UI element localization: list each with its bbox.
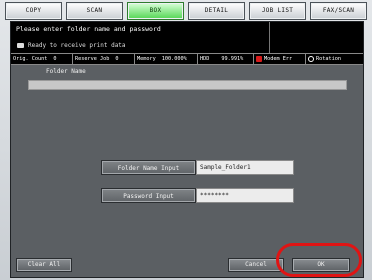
folder-name-heading: Folder Name xyxy=(46,68,86,75)
password-input-button[interactable]: Password Input xyxy=(101,188,196,203)
hdd-value: 99.991% xyxy=(221,56,244,62)
lcd-screen: Please enter folder name and password Re… xyxy=(10,21,364,278)
rotation-status[interactable]: Rotation xyxy=(306,54,363,64)
tab-box[interactable]: BOX xyxy=(127,2,184,20)
hdd-status: HDD 99.991% xyxy=(198,54,254,64)
printer-icon xyxy=(17,43,24,48)
folder-form: Folder Name Folder Name Input Sample_Fol… xyxy=(16,66,358,256)
memory-value: 100.000% xyxy=(161,56,187,62)
instruction-message: Please enter folder name and password xyxy=(16,25,161,33)
reserve-job-value: 0 xyxy=(115,56,119,62)
tab-detail[interactable]: DETAIL xyxy=(188,2,245,20)
folder-name-field[interactable]: Sample_Folder1 xyxy=(196,160,294,175)
tab-copy[interactable]: COPY xyxy=(5,2,62,20)
clear-all-button[interactable]: Clear All xyxy=(16,258,72,272)
ok-button[interactable]: OK xyxy=(292,258,350,272)
orig-count-value: 0 xyxy=(53,56,57,62)
reserve-job: Reserve Job 0 xyxy=(73,54,135,64)
memory-status: Memory 100.000% xyxy=(135,54,198,64)
memory-label: Memory xyxy=(137,56,156,62)
password-field[interactable]: ******** xyxy=(196,188,294,203)
modem-error-label: Modem Err xyxy=(264,56,293,62)
message-divider xyxy=(269,22,270,53)
folder-name-display xyxy=(28,80,347,90)
message-area: Please enter folder name and password Re… xyxy=(11,22,363,53)
status-bar: Orig. Count 0 Reserve Job 0 Memory 100.000%… xyxy=(11,53,363,65)
hdd-label: HDD xyxy=(200,56,210,62)
reserve-job-label: Reserve Job xyxy=(75,56,110,62)
folder-name-input-button[interactable]: Folder Name Input xyxy=(101,160,196,175)
rotation-icon xyxy=(308,56,314,62)
printer-status-message: Ready to receive print data xyxy=(28,42,126,49)
mode-tabs: COPY SCAN BOX DETAIL JOB LIST FAX/SCAN xyxy=(5,2,367,20)
warning-icon xyxy=(256,56,262,62)
tab-job-list[interactable]: JOB LIST xyxy=(249,2,306,20)
tab-scan[interactable]: SCAN xyxy=(66,2,123,20)
orig-count-label: Orig. Count xyxy=(13,56,48,62)
tab-fax-scan[interactable]: FAX/SCAN xyxy=(310,2,367,20)
orig-count: Orig. Count 0 xyxy=(11,54,73,64)
cancel-button[interactable]: Cancel xyxy=(228,258,284,272)
rotation-label: Rotation xyxy=(316,56,341,62)
modem-error-status[interactable]: Modem Err xyxy=(254,54,306,64)
